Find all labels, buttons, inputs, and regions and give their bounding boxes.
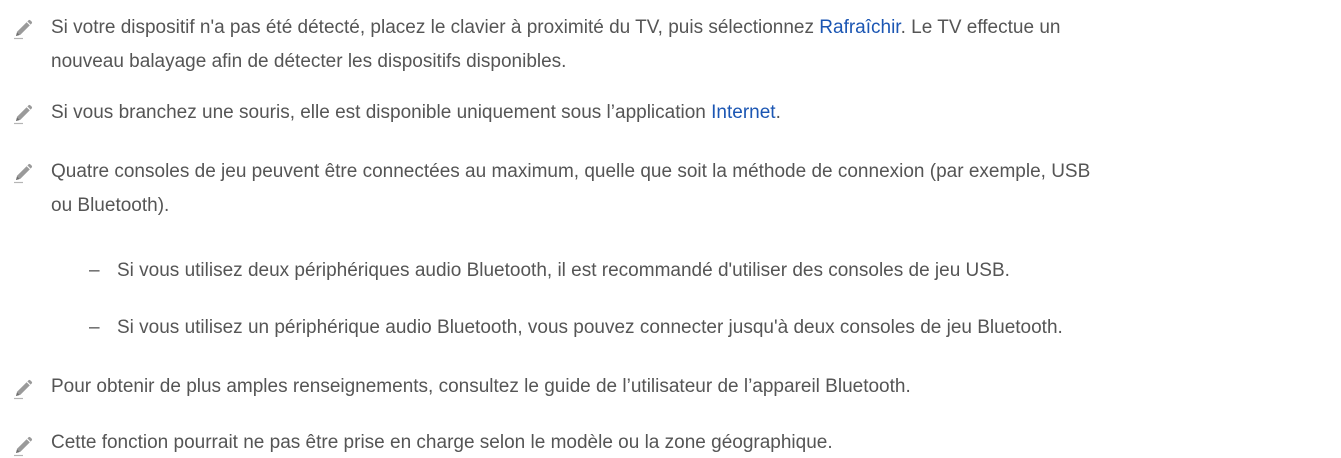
dash-bullet: – bbox=[89, 317, 100, 338]
note-text-line: Pour obtenir de plus amples renseignemen… bbox=[51, 376, 911, 397]
note-text: Si vous branchez une souris, elle est di… bbox=[51, 98, 1331, 128]
note-text: Si votre dispositif n'a pas été détecté,… bbox=[51, 13, 1331, 77]
note-text-part: Si votre dispositif n'a pas été détecté,… bbox=[51, 17, 820, 38]
pencil-icon bbox=[12, 103, 34, 125]
note-text-part: . bbox=[775, 102, 781, 123]
note-text: Cette fonction pourrait ne pas être pris… bbox=[51, 428, 1331, 458]
sub-item-text: Si vous utilisez un périphérique audio B… bbox=[117, 317, 1063, 338]
note-text-line: nouveau balayage afin de détecter les di… bbox=[51, 51, 567, 72]
sub-item-text: Si vous utilisez deux périphériques audi… bbox=[117, 260, 1010, 281]
pencil-icon bbox=[12, 162, 34, 184]
note-text-part: . Le TV effectue un bbox=[900, 17, 1061, 38]
pencil-icon bbox=[12, 435, 34, 457]
dash-bullet: – bbox=[89, 260, 100, 281]
note-text: Pour obtenir de plus amples renseignemen… bbox=[51, 372, 1331, 402]
note-text-line: Cette fonction pourrait ne pas être pris… bbox=[51, 432, 833, 453]
note-text-line: Quatre consoles de jeu peuvent être conn… bbox=[51, 161, 1091, 182]
internet-link[interactable]: Internet bbox=[711, 102, 775, 123]
refresh-link[interactable]: Rafraîchir bbox=[819, 17, 900, 38]
note-text: Quatre consoles de jeu peuvent être conn… bbox=[51, 157, 1331, 221]
pencil-icon bbox=[12, 18, 34, 40]
note-text-line: ou Bluetooth). bbox=[51, 195, 170, 216]
pencil-icon bbox=[12, 378, 34, 400]
note-text-part: Si vous branchez une souris, elle est di… bbox=[51, 102, 712, 123]
